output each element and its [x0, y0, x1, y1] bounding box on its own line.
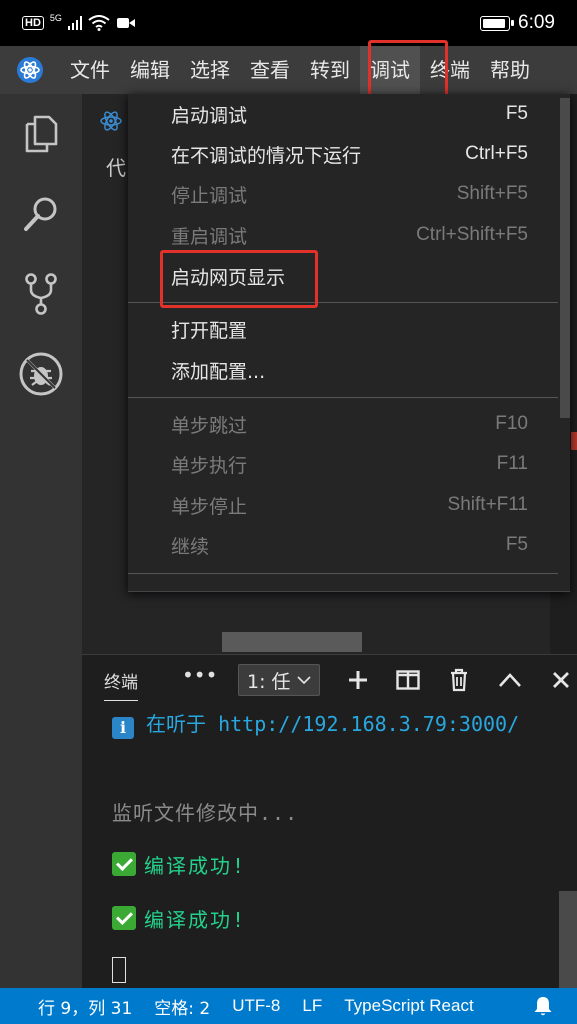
terminal-cursor: [112, 957, 126, 983]
menu-terminal[interactable]: 终端: [420, 46, 480, 94]
trash-icon[interactable]: [444, 665, 474, 695]
network-type: 5G: [49, 13, 62, 23]
error-marker: [571, 432, 577, 450]
menu-view[interactable]: 查看: [240, 46, 300, 94]
battery-icon: [480, 15, 515, 31]
menu-item-run-without-debugging[interactable]: 在不调试的情况下运行 Ctrl+F5: [128, 134, 558, 174]
menu-item-launch-web-display[interactable]: 启动网页显示: [128, 256, 558, 296]
menu-item-stop-debugging: 停止调试 Shift+F5: [171, 183, 528, 207]
encoding[interactable]: UTF-8: [232, 996, 280, 1016]
terminal-scrollbar[interactable]: [559, 891, 577, 989]
phone-status-bar: HD 5G 6:09: [0, 0, 577, 46]
menu-goto[interactable]: 转到: [300, 46, 360, 94]
menu-item-step-over: 单步跳过 F10: [171, 413, 528, 437]
vscode-logo-icon[interactable]: [0, 46, 60, 94]
plus-icon[interactable]: [343, 665, 373, 695]
wifi-icon: [88, 15, 111, 31]
terminal-info-text: 在听于 http://192.168.3.79:3000/: [146, 712, 520, 736]
terminal-watch-line: 监听文件修改中...: [112, 801, 299, 825]
debug-icon[interactable]: [17, 350, 65, 398]
info-icon: i: [112, 717, 134, 739]
menu-item-continue: 继续 F5: [171, 534, 528, 558]
menu-bar: 文件 编辑 选择 查看 转到 调试 终端 帮助: [0, 46, 577, 94]
terminal-panel: 终端 ••• 1: 任 i 在听于 http://192.168.3.79:30…: [82, 654, 577, 989]
hd-badge: HD: [22, 16, 44, 30]
chevron-up-icon[interactable]: [495, 665, 525, 695]
panel-more-button[interactable]: •••: [182, 663, 217, 687]
activity-bar: [0, 94, 82, 988]
editor-text: 代: [106, 156, 126, 180]
source-control-icon[interactable]: [17, 270, 65, 318]
panel-tab-terminal[interactable]: 终端: [104, 668, 138, 701]
cursor-position[interactable]: 行 9，列 31: [38, 994, 132, 1019]
status-right: 6:09: [480, 12, 555, 34]
terminal-success-text: 编译成功!: [144, 854, 247, 878]
menu-file[interactable]: 文件: [60, 46, 120, 94]
terminal-success-line: 编译成功!: [112, 904, 246, 933]
video-icon: [117, 18, 136, 28]
check-icon: [112, 906, 136, 930]
check-icon: [112, 852, 136, 876]
explorer-icon[interactable]: [17, 110, 65, 158]
menu-separator: [128, 573, 558, 574]
debug-dropdown-menu: 启动调试 F5 在不调试的情况下运行 Ctrl+F5 停止调试 Shift+F5…: [128, 94, 570, 592]
line-ending[interactable]: LF: [302, 996, 322, 1016]
status-left: HD 5G: [22, 13, 136, 31]
menu-scrollbar[interactable]: [560, 98, 570, 418]
terminal-success-text: 编译成功!: [144, 908, 247, 932]
menu-edit[interactable]: 编辑: [120, 46, 180, 94]
terminal-select[interactable]: 1: 任: [238, 664, 320, 696]
menu-item-step-into: 单步执行 F11: [171, 453, 528, 477]
indentation[interactable]: 空格: 2: [154, 994, 210, 1019]
menu-item-step-out: 单步停止 Shift+F11: [171, 494, 528, 518]
terminal-select-value: 1: 任: [247, 670, 291, 693]
split-icon[interactable]: [393, 665, 423, 695]
editor-status-bar: 行 9，列 31 空格: 2 UTF-8 LF TypeScript React: [0, 988, 577, 1024]
bell-icon[interactable]: [533, 995, 553, 1022]
language-mode[interactable]: TypeScript React: [344, 996, 473, 1016]
react-file-icon: [100, 110, 122, 136]
menu-selection[interactable]: 选择: [180, 46, 240, 94]
clock: 6:09: [518, 12, 555, 33]
menu-separator: [128, 302, 558, 303]
close-icon[interactable]: [546, 665, 576, 695]
terminal-info-line: i 在听于 http://192.168.3.79:3000/: [112, 710, 552, 739]
chevron-down-icon: [296, 676, 311, 685]
menu-item-add-configuration[interactable]: 添加配置...: [128, 350, 558, 390]
menu-item-restart-debugging: 重启调试 Ctrl+Shift+F5: [171, 224, 528, 248]
editor-horizontal-scrollbar[interactable]: [222, 632, 362, 652]
search-icon[interactable]: [17, 190, 65, 238]
terminal-success-line: 编译成功!: [112, 850, 246, 879]
menu-debug[interactable]: 调试: [360, 46, 420, 94]
menu-item-start-debugging[interactable]: 启动调试 F5: [128, 94, 558, 134]
menu-item-open-configuration[interactable]: 打开配置: [128, 309, 558, 349]
menu-separator: [128, 397, 558, 398]
menu-help[interactable]: 帮助: [480, 46, 540, 94]
signal-icon: [67, 16, 83, 30]
